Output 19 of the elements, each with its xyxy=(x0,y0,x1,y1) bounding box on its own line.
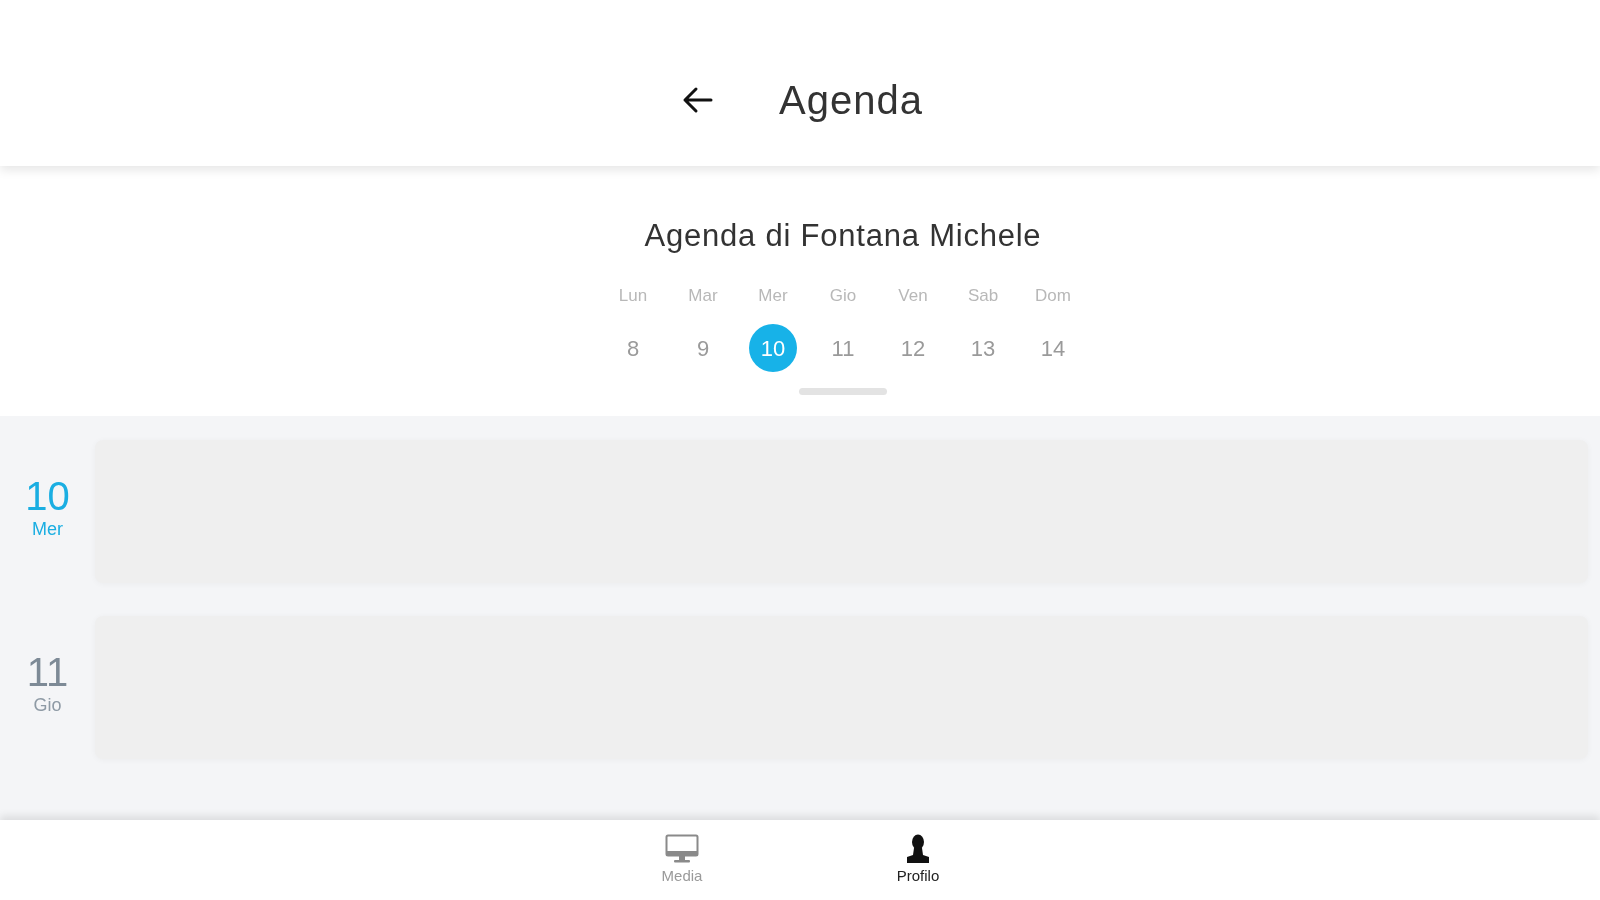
day-tab[interactable]: Sab 13 xyxy=(948,284,1018,372)
nav-tab[interactable]: Media xyxy=(639,820,725,900)
day-number: 10 xyxy=(25,474,70,518)
day-tab[interactable]: Mar 9 xyxy=(668,284,738,372)
day-tab[interactable]: Mer 10 xyxy=(738,284,808,372)
day-number: 11 xyxy=(26,650,69,694)
nav-tab[interactable]: Profilo xyxy=(875,820,961,900)
agenda-title: Agenda di Fontana Michele xyxy=(644,217,1042,255)
day-tab[interactable]: Gio 11 xyxy=(808,284,878,372)
day-tab[interactable]: Dom 14 xyxy=(1018,284,1088,372)
person-icon xyxy=(905,834,931,864)
back-arrow-icon xyxy=(681,86,714,114)
weekday-label: Mer xyxy=(32,518,63,540)
drag-handle[interactable] xyxy=(799,388,887,395)
monitor-icon xyxy=(665,834,699,864)
day-tab[interactable]: Ven 12 xyxy=(878,284,948,372)
page-title: Agenda xyxy=(779,77,923,124)
day-tab[interactable]: Lun 8 xyxy=(598,284,668,372)
weekday-label: Gio xyxy=(33,694,62,716)
